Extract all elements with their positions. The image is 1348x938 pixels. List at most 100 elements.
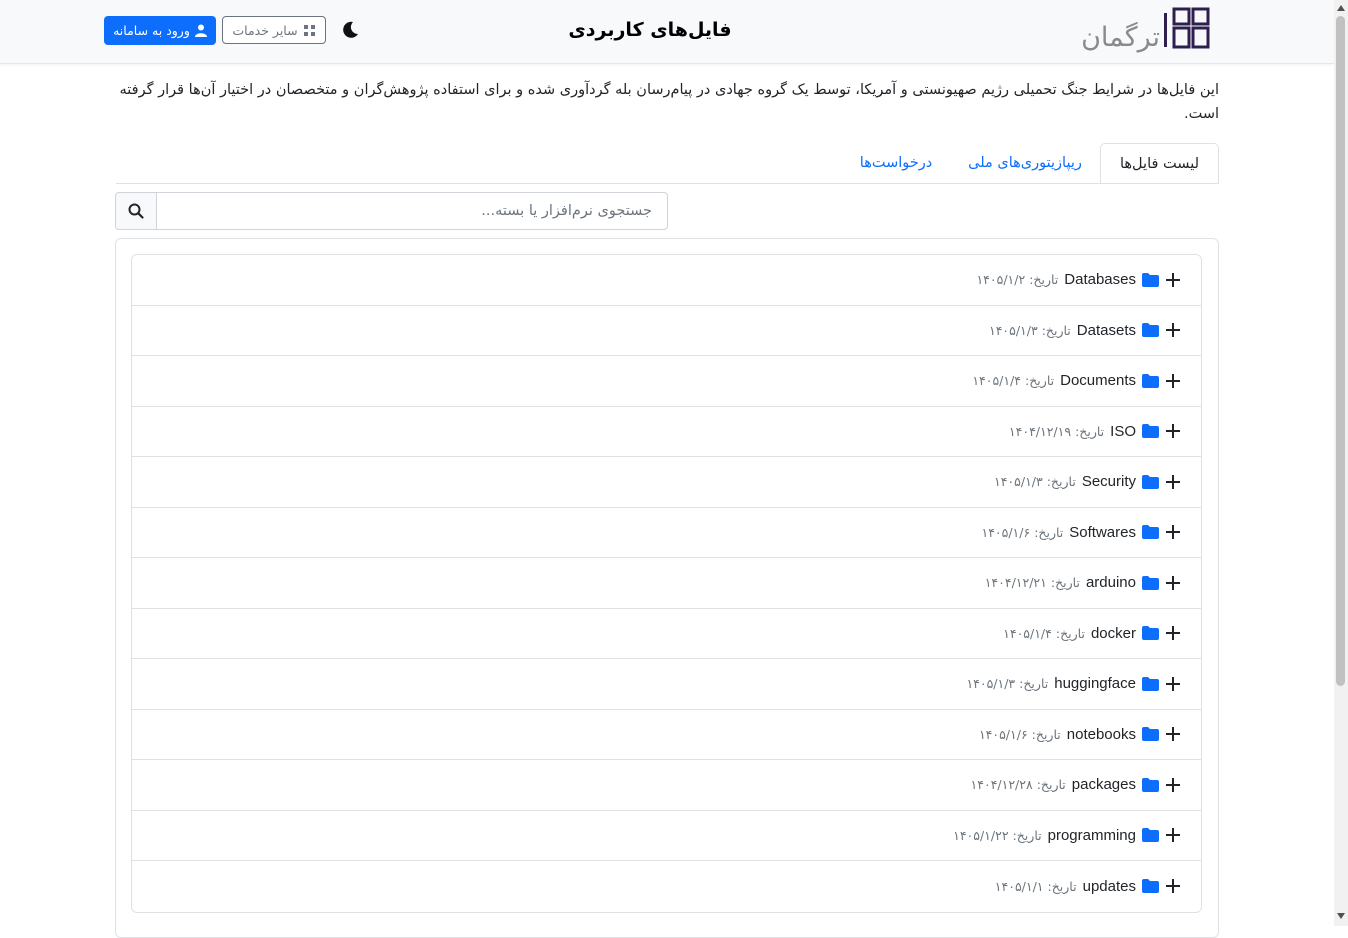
file-name: packages	[1071, 776, 1136, 794]
plus-icon[interactable]	[1165, 676, 1181, 692]
file-list: Databases تاریخ: ۱۴۰۵/۱/۲ Datasets تاریخ: ۱۴۰…	[131, 254, 1202, 913]
folder-icon	[1142, 879, 1159, 894]
other-services-button[interactable]: سایر خدمات	[222, 16, 326, 44]
plus-icon[interactable]	[1165, 726, 1181, 742]
file-date: تاریخ: ۱۴۰۵/۱/۳	[989, 323, 1071, 338]
file-row-content: programming تاریخ: ۱۴۰۵/۱/۲۲	[953, 811, 1181, 861]
file-row[interactable]: Softwares تاریخ: ۱۴۰۵/۱/۶	[132, 508, 1201, 558]
file-date: تاریخ: ۱۴۰۵/۱/۶	[981, 525, 1063, 540]
folder-icon	[1142, 727, 1159, 742]
date-label: تاریخ:	[1050, 575, 1080, 591]
file-row-content: Databases تاریخ: ۱۴۰۵/۱/۲	[976, 255, 1181, 305]
search-group	[115, 192, 668, 230]
file-name: huggingface	[1054, 675, 1136, 693]
tab-label: درخواست‌ها	[859, 155, 933, 171]
file-row[interactable]: notebooks تاریخ: ۱۴۰۵/۱/۶	[132, 710, 1201, 760]
file-date: تاریخ: ۱۴۰۵/۱/۳	[994, 474, 1076, 489]
search-input[interactable]	[157, 193, 662, 229]
file-row[interactable]: ISO تاریخ: ۱۴۰۴/۱۲/۱۹	[132, 407, 1201, 457]
moon-icon[interactable]	[340, 20, 360, 40]
file-name: updates	[1082, 877, 1136, 895]
scroll-down-arrow-icon[interactable]	[1336, 912, 1346, 920]
file-date: تاریخ: ۱۴۰۵/۱/۱	[995, 879, 1077, 894]
file-name: programming	[1047, 826, 1136, 844]
file-name: Softwares	[1069, 523, 1136, 541]
plus-icon[interactable]	[1165, 373, 1181, 389]
plus-icon[interactable]	[1165, 625, 1181, 641]
file-row[interactable]: programming تاریخ: ۱۴۰۵/۱/۲۲	[132, 811, 1201, 861]
scroll-up-arrow-icon[interactable]	[1336, 4, 1346, 12]
tab-national-repositories[interactable]: ریپازیتوری‌های ملی	[956, 143, 1094, 183]
date-value: ۱۴۰۵/۱/۴	[1003, 625, 1052, 641]
file-row-content: Softwares تاریخ: ۱۴۰۵/۱/۶	[981, 508, 1181, 558]
date-label: تاریخ:	[1047, 878, 1077, 894]
plus-icon[interactable]	[1165, 474, 1181, 490]
file-date: تاریخ: ۱۴۰۴/۱۲/۲۸	[971, 777, 1066, 792]
file-row[interactable]: Databases تاریخ: ۱۴۰۵/۱/۲	[132, 255, 1201, 306]
plus-icon[interactable]	[1165, 423, 1181, 439]
date-value: ۱۴۰۵/۱/۳	[994, 474, 1043, 490]
date-value: ۱۴۰۵/۱/۱	[994, 878, 1044, 894]
date-value: ۱۴۰۵/۱/۲	[976, 272, 1026, 288]
tab-label: لیست فایل‌ها	[1119, 155, 1199, 172]
logo-mark-icon	[1164, 7, 1210, 49]
tab-file-list[interactable]: لیست فایل‌ها	[1100, 143, 1219, 184]
folder-icon	[1142, 323, 1159, 338]
plus-icon[interactable]	[1165, 827, 1181, 843]
search-button[interactable]	[116, 193, 157, 229]
file-row-content: huggingface تاریخ: ۱۴۰۵/۱/۳	[966, 659, 1181, 709]
tab-requests[interactable]: درخواست‌ها	[848, 143, 944, 183]
date-label: تاریخ:	[1075, 423, 1105, 439]
file-row[interactable]: Documents تاریخ: ۱۴۰۵/۱/۴	[132, 356, 1201, 407]
plus-icon[interactable]	[1165, 524, 1181, 540]
file-date: تاریخ: ۱۴۰۴/۱۲/۲۱	[985, 575, 1080, 590]
date-value: ۱۴۰۵/۱/۲۲	[953, 827, 1009, 843]
tab-label: ریپازیتوری‌های ملی	[968, 155, 1082, 171]
scrollbar-thumb[interactable]	[1336, 16, 1345, 686]
file-date: تاریخ: ۱۴۰۴/۱۲/۱۹	[1009, 424, 1104, 439]
file-date: تاریخ: ۱۴۰۵/۱/۶	[979, 727, 1061, 742]
file-row[interactable]: packages تاریخ: ۱۴۰۴/۱۲/۲۸	[132, 760, 1201, 811]
date-label: تاریخ:	[1031, 726, 1061, 742]
file-row[interactable]: Security تاریخ: ۱۴۰۵/۱/۳	[132, 457, 1201, 508]
plus-icon[interactable]	[1165, 575, 1181, 591]
date-label: تاریخ:	[1046, 474, 1076, 490]
grid-icon	[303, 24, 315, 36]
plus-icon[interactable]	[1165, 322, 1181, 338]
file-row[interactable]: arduino تاریخ: ۱۴۰۴/۱۲/۲۱	[132, 558, 1201, 609]
folder-icon	[1142, 373, 1159, 388]
search-icon	[128, 203, 144, 219]
file-row[interactable]: docker تاریخ: ۱۴۰۵/۱/۴	[132, 609, 1201, 659]
date-label: تاریخ:	[1012, 827, 1042, 843]
file-name: Documents	[1060, 372, 1136, 390]
file-name: arduino	[1085, 574, 1136, 592]
file-row[interactable]: Datasets تاریخ: ۱۴۰۵/۱/۳	[132, 306, 1201, 356]
file-date: تاریخ: ۱۴۰۵/۱/۴	[1003, 626, 1085, 641]
file-row-content: docker تاریخ: ۱۴۰۵/۱/۴	[1003, 609, 1181, 659]
folder-icon	[1142, 575, 1159, 590]
file-row-content: notebooks تاریخ: ۱۴۰۵/۱/۶	[979, 710, 1181, 760]
date-label: تاریخ:	[1036, 777, 1066, 793]
date-value: ۱۴۰۴/۱۲/۲۱	[984, 575, 1047, 591]
plus-icon[interactable]	[1165, 272, 1181, 288]
folder-icon	[1142, 525, 1159, 540]
date-label: تاریخ:	[1029, 272, 1059, 288]
plus-icon[interactable]	[1165, 878, 1181, 894]
plus-icon[interactable]	[1165, 777, 1181, 793]
file-name: ISO	[1110, 422, 1136, 440]
file-name: Databases	[1064, 271, 1136, 289]
file-name: Security	[1081, 473, 1136, 491]
date-value: ۱۴۰۵/۱/۶	[978, 726, 1028, 742]
login-button[interactable]: ورود به سامانه	[104, 16, 216, 45]
file-row-content: Security تاریخ: ۱۴۰۵/۱/۳	[994, 457, 1181, 507]
tabs-divider	[116, 183, 1219, 184]
file-row-content: Documents تاریخ: ۱۴۰۵/۱/۴	[972, 356, 1181, 406]
folder-icon	[1142, 828, 1159, 843]
site-logo[interactable]: ترگمان	[1078, 7, 1212, 55]
file-row[interactable]: updates تاریخ: ۱۴۰۵/۱/۱	[132, 861, 1201, 912]
file-row[interactable]: huggingface تاریخ: ۱۴۰۵/۱/۳	[132, 659, 1201, 710]
user-icon	[194, 24, 207, 37]
file-name: docker	[1090, 624, 1136, 642]
top-navbar: ترگمان فایل‌های کاربردی سایر خدمات ورود …	[0, 0, 1334, 64]
date-label: تاریخ:	[1019, 676, 1049, 692]
